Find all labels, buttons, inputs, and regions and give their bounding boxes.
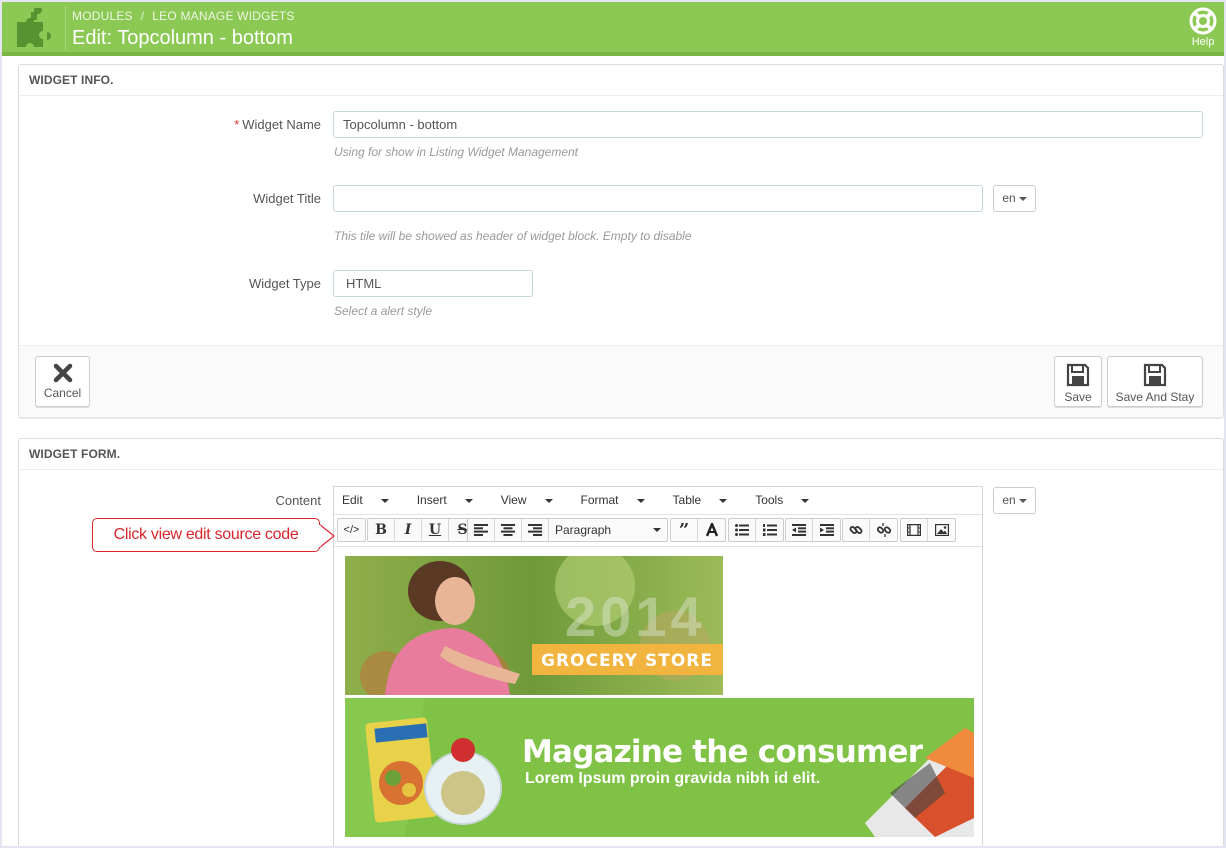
magazine-consumer-banner-image: Magazine the consumer Lorem Ipsum proin … — [345, 698, 974, 837]
close-icon — [53, 363, 72, 383]
toolbar-group-source: </> — [337, 518, 366, 542]
banner-grocery-label: GROCERY STORE — [541, 651, 713, 671]
menu-tools[interactable]: Tools — [755, 493, 823, 507]
chevron-down-icon — [1018, 196, 1027, 201]
lifebuoy-icon — [1189, 7, 1217, 35]
breadcrumb: MODULES / LEO MANAGE WIDGETS — [72, 9, 295, 23]
help-label: Help — [1191, 36, 1215, 48]
widget-name-help: Using for show in Listing Widget Managem… — [334, 145, 579, 159]
align-center-icon[interactable] — [495, 519, 522, 541]
page-header: MODULES / LEO MANAGE WIDGETS Edit: Topcolu… — [2, 2, 1224, 56]
breadcrumb-modules[interactable]: MODULES — [72, 9, 133, 23]
banner-year-text: 2014 — [565, 585, 706, 648]
widget-type-help: Select a alert style — [334, 304, 433, 318]
source-code-icon[interactable]: </> — [338, 519, 365, 541]
header-divider — [65, 6, 66, 50]
bold-icon[interactable]: B — [368, 519, 395, 541]
content-language-dropdown[interactable]: en — [993, 487, 1036, 514]
toolbar-group-links — [842, 518, 898, 542]
banner-headline-text: Magazine the consumer — [522, 734, 924, 770]
toolbar-group-lists — [728, 518, 784, 542]
indent-icon[interactable] — [813, 519, 840, 541]
floppy-disk-icon — [1143, 363, 1167, 387]
widget-type-label: Widget Type — [248, 276, 321, 291]
rich-text-editor: Edit Insert View Format Table Tools </> B I U… — [333, 486, 983, 846]
banner-subline-text: Lorem Ipsum proin gravida nibh id elit. — [525, 770, 820, 787]
menu-edit[interactable]: Edit — [342, 493, 403, 507]
save-and-stay-button[interactable]: Save And Stay — [1107, 356, 1203, 407]
widget-form-panel: WIDGET FORM. Content en Edit Insert View Fo… — [18, 438, 1224, 846]
widget-info-panel: WIDGET INFO. * Widget Name Topcolumn - bo… — [18, 64, 1224, 417]
widget-title-label: Widget Title — [253, 191, 321, 206]
widget-title-input[interactable] — [333, 185, 983, 212]
content-label: Content — [275, 493, 321, 508]
grocery-store-banner-image: 2014 GROCERY STORE — [345, 556, 723, 695]
widget-type-select[interactable]: HTML — [333, 270, 533, 297]
floppy-disk-icon — [1066, 363, 1090, 387]
cancel-button[interactable]: Cancel — [35, 356, 90, 407]
toolbar-group-media — [900, 518, 956, 542]
breadcrumb-leo-manage-widgets[interactable]: LEO MANAGE WIDGETS — [152, 9, 294, 23]
menu-table[interactable]: Table — [673, 493, 742, 507]
align-left-icon[interactable] — [468, 519, 495, 541]
page-title: Edit: Topcolumn - bottom — [72, 27, 293, 49]
toolbar-group-format: B I U S — [367, 518, 477, 542]
menu-format[interactable]: Format — [581, 493, 659, 507]
widget-name-input[interactable]: Topcolumn - bottom — [333, 111, 1203, 138]
image-icon[interactable] — [928, 519, 955, 541]
puzzle-logo-icon — [17, 8, 51, 47]
italic-icon[interactable]: I — [395, 519, 422, 541]
widget-form-heading: WIDGET FORM. — [19, 439, 1223, 470]
outdent-icon[interactable] — [786, 519, 813, 541]
underline-icon[interactable]: U — [422, 519, 449, 541]
breadcrumb-separator: / — [140, 9, 145, 23]
bullet-list-icon[interactable] — [729, 519, 756, 541]
widget-title-help: This tile will be showed as header of wi… — [334, 229, 692, 243]
save-button[interactable]: Save — [1054, 356, 1102, 407]
block-format-dropdown[interactable]: Paragraph — [549, 519, 667, 541]
help-button[interactable]: Help — [1188, 7, 1218, 48]
text-color-icon[interactable] — [698, 519, 725, 541]
widget-info-footer: Cancel Save Save And Stay — [19, 345, 1223, 417]
widget-info-heading: WIDGET INFO. — [19, 65, 1223, 96]
widget-name-label: * Widget Name — [234, 117, 321, 132]
blockquote-icon[interactable]: ” — [671, 519, 698, 541]
edit-source-callout: Click view edit source code — [92, 518, 320, 552]
numbered-list-icon[interactable] — [756, 519, 783, 541]
widget-title-language-dropdown[interactable]: en — [993, 185, 1036, 212]
toolbar-group-indent — [785, 518, 841, 542]
link-icon[interactable] — [843, 519, 870, 541]
editor-menubar: Edit Insert View Format Table Tools — [334, 487, 982, 515]
chevron-down-icon — [1018, 498, 1027, 503]
unlink-icon[interactable] — [870, 519, 897, 541]
align-right-icon[interactable] — [522, 519, 549, 541]
menu-view[interactable]: View — [501, 493, 567, 507]
media-icon[interactable] — [901, 519, 928, 541]
toolbar-group-align: Paragraph — [467, 518, 668, 542]
app-frame: MODULES / LEO MANAGE WIDGETS Edit: Topcolu… — [2, 2, 1224, 846]
menu-insert[interactable]: Insert — [417, 493, 487, 507]
editor-toolbar: </> B I U S Paragraph ” — [334, 515, 982, 547]
callout-pointer — [319, 523, 335, 549]
toolbar-group-quote: ” — [670, 518, 726, 542]
